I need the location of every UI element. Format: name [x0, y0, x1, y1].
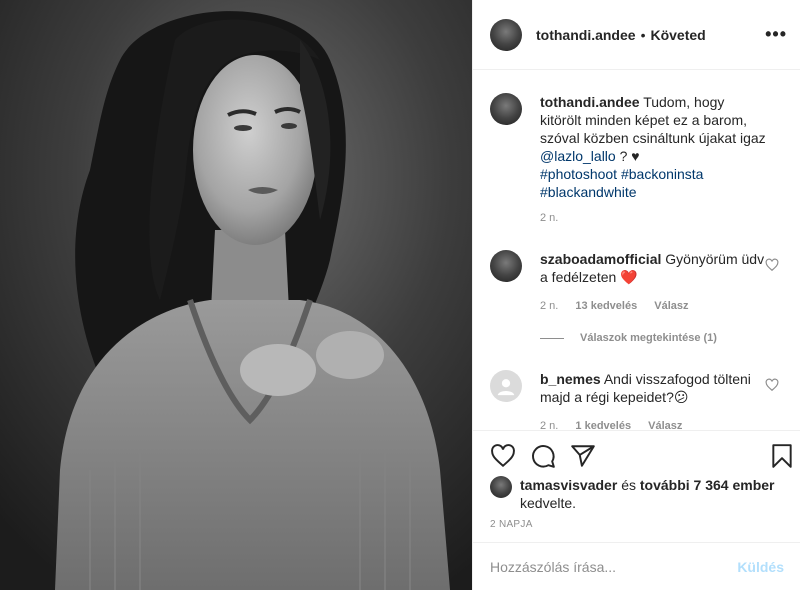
comment-likes[interactable]: 13 kedvelés — [575, 300, 637, 312]
likes-suffix: kedvelte. — [520, 495, 577, 511]
caption-suffix: ? ♥ — [619, 148, 640, 164]
comment-item: szaboadamofficial Gyönyörüm üdv a fedélz… — [490, 250, 790, 286]
likes-connector: és — [621, 477, 636, 493]
post-side-panel: tothandi.andee • Követed ••• tothandi.an… — [472, 0, 800, 590]
comment-time: 2 n. — [540, 300, 559, 312]
post-header: tothandi.andee • Követed ••• — [473, 0, 800, 70]
replies-divider — [540, 337, 564, 339]
comment-time: 2 n. — [540, 420, 559, 430]
comment-body: b_nemes Andi visszafogod tölteni majd a … — [540, 370, 766, 406]
reply-button[interactable]: Válasz — [654, 300, 688, 312]
commenter-username[interactable]: szaboadamofficial — [540, 251, 661, 267]
comment-body: szaboadamofficial Gyönyörüm üdv a fedélz… — [540, 250, 766, 286]
caption-time: 2 n. — [540, 212, 559, 224]
liker-avatar[interactable] — [490, 476, 512, 498]
likes-summary: tamasvisvader és további 7 364 ember ked… — [490, 476, 780, 512]
comment-meta: 2 n. 1 kedvelés Válasz — [540, 420, 696, 430]
post-photo[interactable] — [0, 0, 472, 590]
confused-emoji: 😕 — [673, 389, 689, 405]
hashtag-link[interactable]: #backoninsta — [621, 166, 704, 182]
send-button[interactable]: Küldés — [737, 559, 784, 575]
commenter-avatar[interactable] — [490, 250, 522, 282]
separator-dot: • — [640, 26, 646, 43]
more-options-icon[interactable]: ••• — [765, 24, 787, 45]
comment-like-icon[interactable] — [765, 378, 779, 392]
comment-meta: 2 n. 13 kedvelés Válasz — [540, 300, 703, 312]
comment-like-icon[interactable] — [765, 258, 779, 272]
comment-item: b_nemes Andi visszafogod tölteni majd a … — [490, 370, 790, 406]
caption-mention[interactable]: @lazlo_lallo — [540, 148, 616, 164]
reply-button[interactable]: Válasz — [648, 420, 682, 430]
commenter-username[interactable]: b_nemes — [540, 371, 601, 387]
paper-plane-icon[interactable] — [570, 443, 596, 469]
hashtag-link[interactable]: #photoshoot — [540, 166, 617, 182]
caption-meta: 2 n. — [540, 212, 572, 224]
heart-emoji: ❤️ — [620, 269, 638, 285]
post-date[interactable]: 2 NAPJA — [490, 519, 533, 530]
bookmark-icon[interactable] — [769, 443, 795, 469]
follow-status[interactable]: Követed — [650, 27, 705, 43]
comment-likes[interactable]: 1 kedvelés — [575, 420, 631, 430]
comment-icon[interactable] — [530, 443, 556, 469]
comment-composer: Küldés — [473, 542, 800, 590]
comments-list[interactable]: tothandi.andee Tudom, hogy kitörölt mind… — [473, 70, 800, 430]
hashtag-link[interactable]: #blackandwhite — [540, 184, 637, 200]
liker-username[interactable]: tamasvisvader — [520, 477, 617, 493]
caption-body: tothandi.andee Tudom, hogy kitörölt mind… — [540, 93, 766, 201]
caption-avatar[interactable] — [490, 93, 522, 125]
likes-text: tamasvisvader és további 7 364 ember ked… — [520, 476, 780, 512]
likes-others[interactable]: további 7 364 ember — [640, 477, 775, 493]
heart-icon[interactable] — [490, 443, 516, 469]
default-user-icon — [497, 379, 515, 396]
author-avatar[interactable] — [490, 18, 522, 51]
author-username[interactable]: tothandi.andee — [536, 27, 636, 43]
comment-input[interactable] — [490, 558, 738, 575]
view-replies-label: Válaszok megtekintése (1) — [580, 332, 717, 344]
action-bar — [473, 430, 800, 476]
view-replies-button[interactable]: Válaszok megtekintése (1) — [540, 332, 717, 344]
commenter-avatar[interactable] — [490, 370, 522, 402]
caption: tothandi.andee Tudom, hogy kitörölt mind… — [490, 93, 790, 201]
caption-username[interactable]: tothandi.andee — [540, 94, 640, 110]
